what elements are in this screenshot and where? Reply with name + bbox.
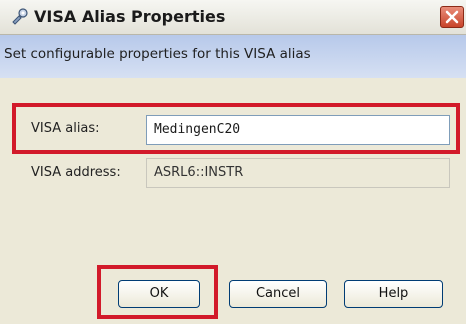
description-text: Set configurable properties for this VIS…: [4, 46, 311, 62]
visa-alias-properties-dialog: VISA Alias Properties Set configurable p…: [0, 0, 466, 324]
visa-address-field: ASRL6::INSTR: [146, 158, 450, 188]
close-icon: [445, 10, 459, 24]
cancel-button[interactable]: Cancel: [229, 280, 327, 308]
visa-properties-icon: [10, 7, 30, 27]
title-bar[interactable]: VISA Alias Properties: [0, 0, 466, 35]
help-button[interactable]: Help: [344, 280, 443, 308]
description-banner: Set configurable properties for this VIS…: [0, 35, 466, 78]
ok-highlight-box: [97, 265, 218, 319]
close-button[interactable]: [440, 6, 464, 28]
visa-address-label: VISA address:: [31, 165, 121, 180]
window-title: VISA Alias Properties: [34, 7, 226, 26]
alias-highlight-box: [12, 103, 460, 154]
